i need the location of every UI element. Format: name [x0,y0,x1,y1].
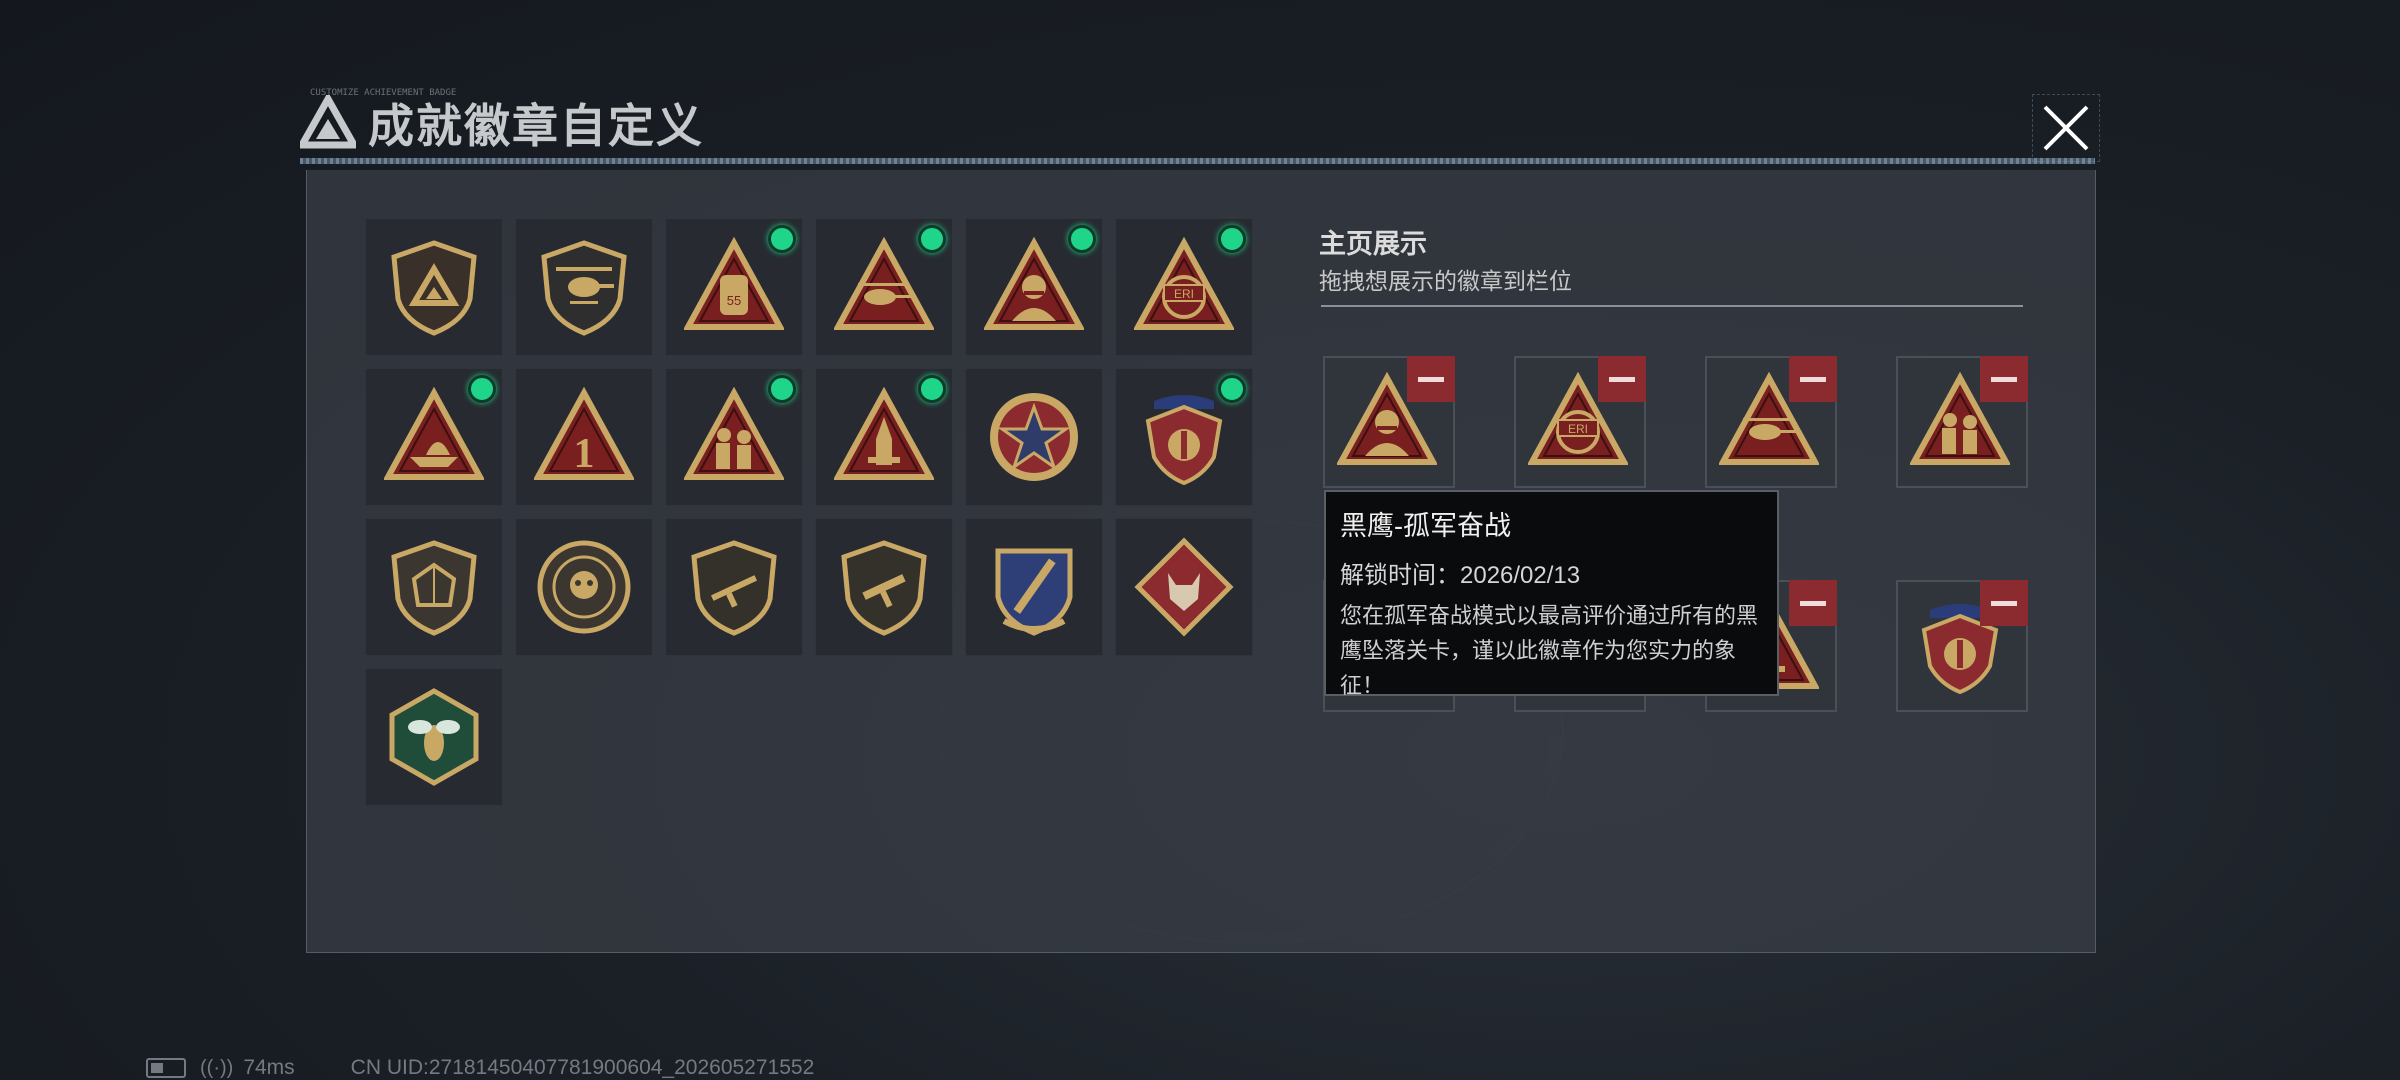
svg-text:1: 1 [574,431,595,477]
badge-cell[interactable] [515,518,653,656]
showcase-slot[interactable] [1705,356,1837,488]
new-indicator-dot [1068,225,1096,253]
battery-icon [146,1058,186,1078]
minus-icon [1991,600,2017,606]
badge-cell[interactable] [515,218,653,356]
ping-value: 74ms [243,1056,295,1079]
title-bar: 成就徽章自定义 [300,88,704,158]
badge-cell[interactable] [365,518,503,656]
rifle-shield-badge-icon [691,540,777,636]
svg-text:55: 55 [727,293,741,308]
new-indicator-dot [1218,225,1246,253]
eri-globe-badge-icon: ERI [1134,237,1234,330]
svg-text:ERI: ERI [1568,422,1588,436]
showcase-divider [1321,305,2023,307]
showcase-slot[interactable] [1896,356,2028,488]
badge-cell[interactable]: 1 [515,368,653,506]
tooltip-title: 黑鹰-孤军奋战 [1340,511,1511,541]
skull-round-badge-icon [537,540,631,634]
badge-cell[interactable] [815,368,953,506]
close-button[interactable] [2032,94,2100,162]
star-medal-badge-icon [990,393,1078,481]
title-divider [300,158,2095,164]
badge-cell[interactable] [665,368,803,506]
tooltip-description: 您在孤军奋战模式以最高评价通过所有的黑鹰坠落关卡，谨以此徽章作为您实力的象征！ [1340,603,1759,698]
badge-cell[interactable] [965,368,1103,506]
soldiers-triangle-badge-icon [684,387,784,480]
number-one-badge-icon: 1 [534,387,634,480]
showcase-title: 主页展示 [1319,229,1427,259]
status-bar: ((·)) 74ms CN UID:2718145040778190060­4_… [146,1056,814,1080]
new-indicator-dot [468,375,496,403]
wasp-hexagon-badge-icon [389,688,479,786]
minus-icon [1800,600,1826,606]
badge-cell[interactable] [815,518,953,656]
new-indicator-dot [1218,375,1246,403]
badge-cell[interactable] [965,218,1103,356]
badge-cell[interactable] [365,218,503,356]
rocket-triangle-badge-icon [834,387,934,480]
sword-crest-badge-icon [995,548,1073,636]
helicopter-shield-badge-icon [541,240,627,336]
badge-cell[interactable]: 55 [665,218,803,356]
delta-logo-icon [300,95,356,149]
backpack-55-badge-icon: 55 [684,237,784,330]
remove-badge-button[interactable] [1598,356,1646,402]
remove-badge-button[interactable] [1980,356,2028,402]
badge-cell[interactable] [365,668,503,806]
remove-badge-button[interactable] [1407,356,1455,402]
badge-panel: 55 ERI 1 主页展示 拖拽想展示的徽章到栏位 ERI 55 黑鹰-孤军奋战 解锁… [306,170,2096,953]
close-icon[interactable] [2033,95,2099,161]
badge-cell[interactable] [665,518,803,656]
new-indicator-dot [918,225,946,253]
new-indicator-dot [768,375,796,403]
showcase-slot[interactable]: ERI [1514,356,1646,488]
remove-badge-button[interactable] [1789,580,1837,626]
showcase-slot[interactable] [1323,356,1455,488]
wifi-icon: ((·)) [200,1056,234,1079]
minus-icon [1609,376,1635,382]
remove-badge-button[interactable] [1789,356,1837,402]
page-title: 成就徽章自定义 [368,100,704,152]
badge-cell[interactable] [965,518,1103,656]
ship-triangle-badge-icon [384,387,484,480]
remove-badge-button[interactable] [1980,580,2028,626]
badge-cell[interactable] [815,218,953,356]
showcase-subtitle: 拖拽想展示的徽章到栏位 [1319,268,1572,294]
new-indicator-dot [918,375,946,403]
helicopter-triangle-badge-icon [834,237,934,330]
crest-medal-badge-icon [1145,395,1223,486]
badge-cell[interactable] [365,368,503,506]
badge-cell[interactable] [1115,368,1253,506]
badge-grid: 55 ERI 1 [365,218,1253,806]
badge-cell[interactable]: ERI [1115,218,1253,356]
d20-shield-badge-icon [391,540,477,636]
uid-text: CN UID:2718145040778190060­4_20260527155… [350,1056,815,1079]
mustache-soldier-badge-icon [984,237,1084,330]
new-indicator-dot [768,225,796,253]
smg-shield-badge-icon [841,540,927,636]
badge-tooltip: 黑鹰-孤军奋战 解锁时间：2026/02/13 您在孤军奋战模式以最高评价通过所… [1324,490,1779,698]
svg-text:ERI: ERI [1174,287,1194,301]
wolf-diamond-badge-icon [1134,537,1234,637]
tooltip-unlock-time: 解锁时间：2026/02/13 [1340,562,1581,589]
badge-cell[interactable] [1115,518,1253,656]
minus-icon [1418,376,1444,382]
delta-shield-badge-icon [391,240,477,336]
minus-icon [1991,376,2017,382]
showcase-slot[interactable] [1896,580,2028,712]
minus-icon [1800,376,1826,382]
